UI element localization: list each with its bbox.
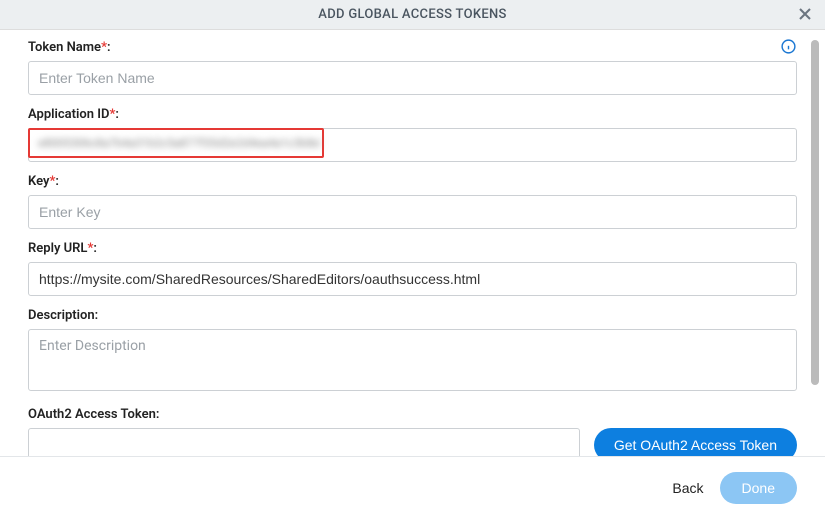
done-button[interactable]: Done bbox=[720, 472, 797, 504]
reply-url-input[interactable] bbox=[28, 262, 797, 296]
key-label: Key*: bbox=[28, 174, 797, 189]
application-id-value: e8005306c8a7b4a31b2c5a877f35d2e2d4ea4a1c… bbox=[38, 136, 322, 150]
modal-footer: Back Done bbox=[0, 456, 825, 518]
close-icon[interactable] bbox=[795, 4, 815, 28]
reply-url-label: Reply URL*: bbox=[28, 241, 797, 256]
token-name-field: Token Name*: bbox=[28, 40, 797, 95]
reply-url-field: Reply URL*: bbox=[28, 241, 797, 296]
description-field: Description: bbox=[28, 308, 797, 395]
application-id-label: Application ID*: bbox=[28, 107, 797, 122]
token-name-input[interactable] bbox=[28, 61, 797, 95]
key-input[interactable] bbox=[28, 195, 797, 229]
modal-body: Token Name*: Application ID*: e8005306c8… bbox=[0, 30, 825, 455]
scrollbar-thumb[interactable] bbox=[811, 40, 819, 385]
info-icon[interactable] bbox=[780, 38, 797, 59]
application-id-input[interactable]: e8005306c8a7b4a31b2c5a877f35d2e2d4ea4a1c… bbox=[28, 128, 797, 162]
scrollbar-track bbox=[811, 30, 819, 456]
back-button[interactable]: Back bbox=[672, 480, 703, 496]
application-id-field: Application ID*: e8005306c8a7b4a31b2c5a8… bbox=[28, 107, 797, 162]
modal-header: ADD GLOBAL ACCESS TOKENS bbox=[0, 0, 825, 30]
description-label: Description: bbox=[28, 308, 797, 323]
oauth-token-field: OAuth2 Access Token: Get OAuth2 Access T… bbox=[28, 407, 797, 462]
oauth-token-label: OAuth2 Access Token: bbox=[28, 407, 797, 422]
key-field: Key*: bbox=[28, 174, 797, 229]
token-name-label: Token Name*: bbox=[28, 40, 797, 55]
modal-title: ADD GLOBAL ACCESS TOKENS bbox=[318, 7, 506, 22]
application-id-highlight: e8005306c8a7b4a31b2c5a877f35d2e2d4ea4a1c… bbox=[28, 128, 324, 158]
description-input[interactable] bbox=[28, 329, 797, 391]
